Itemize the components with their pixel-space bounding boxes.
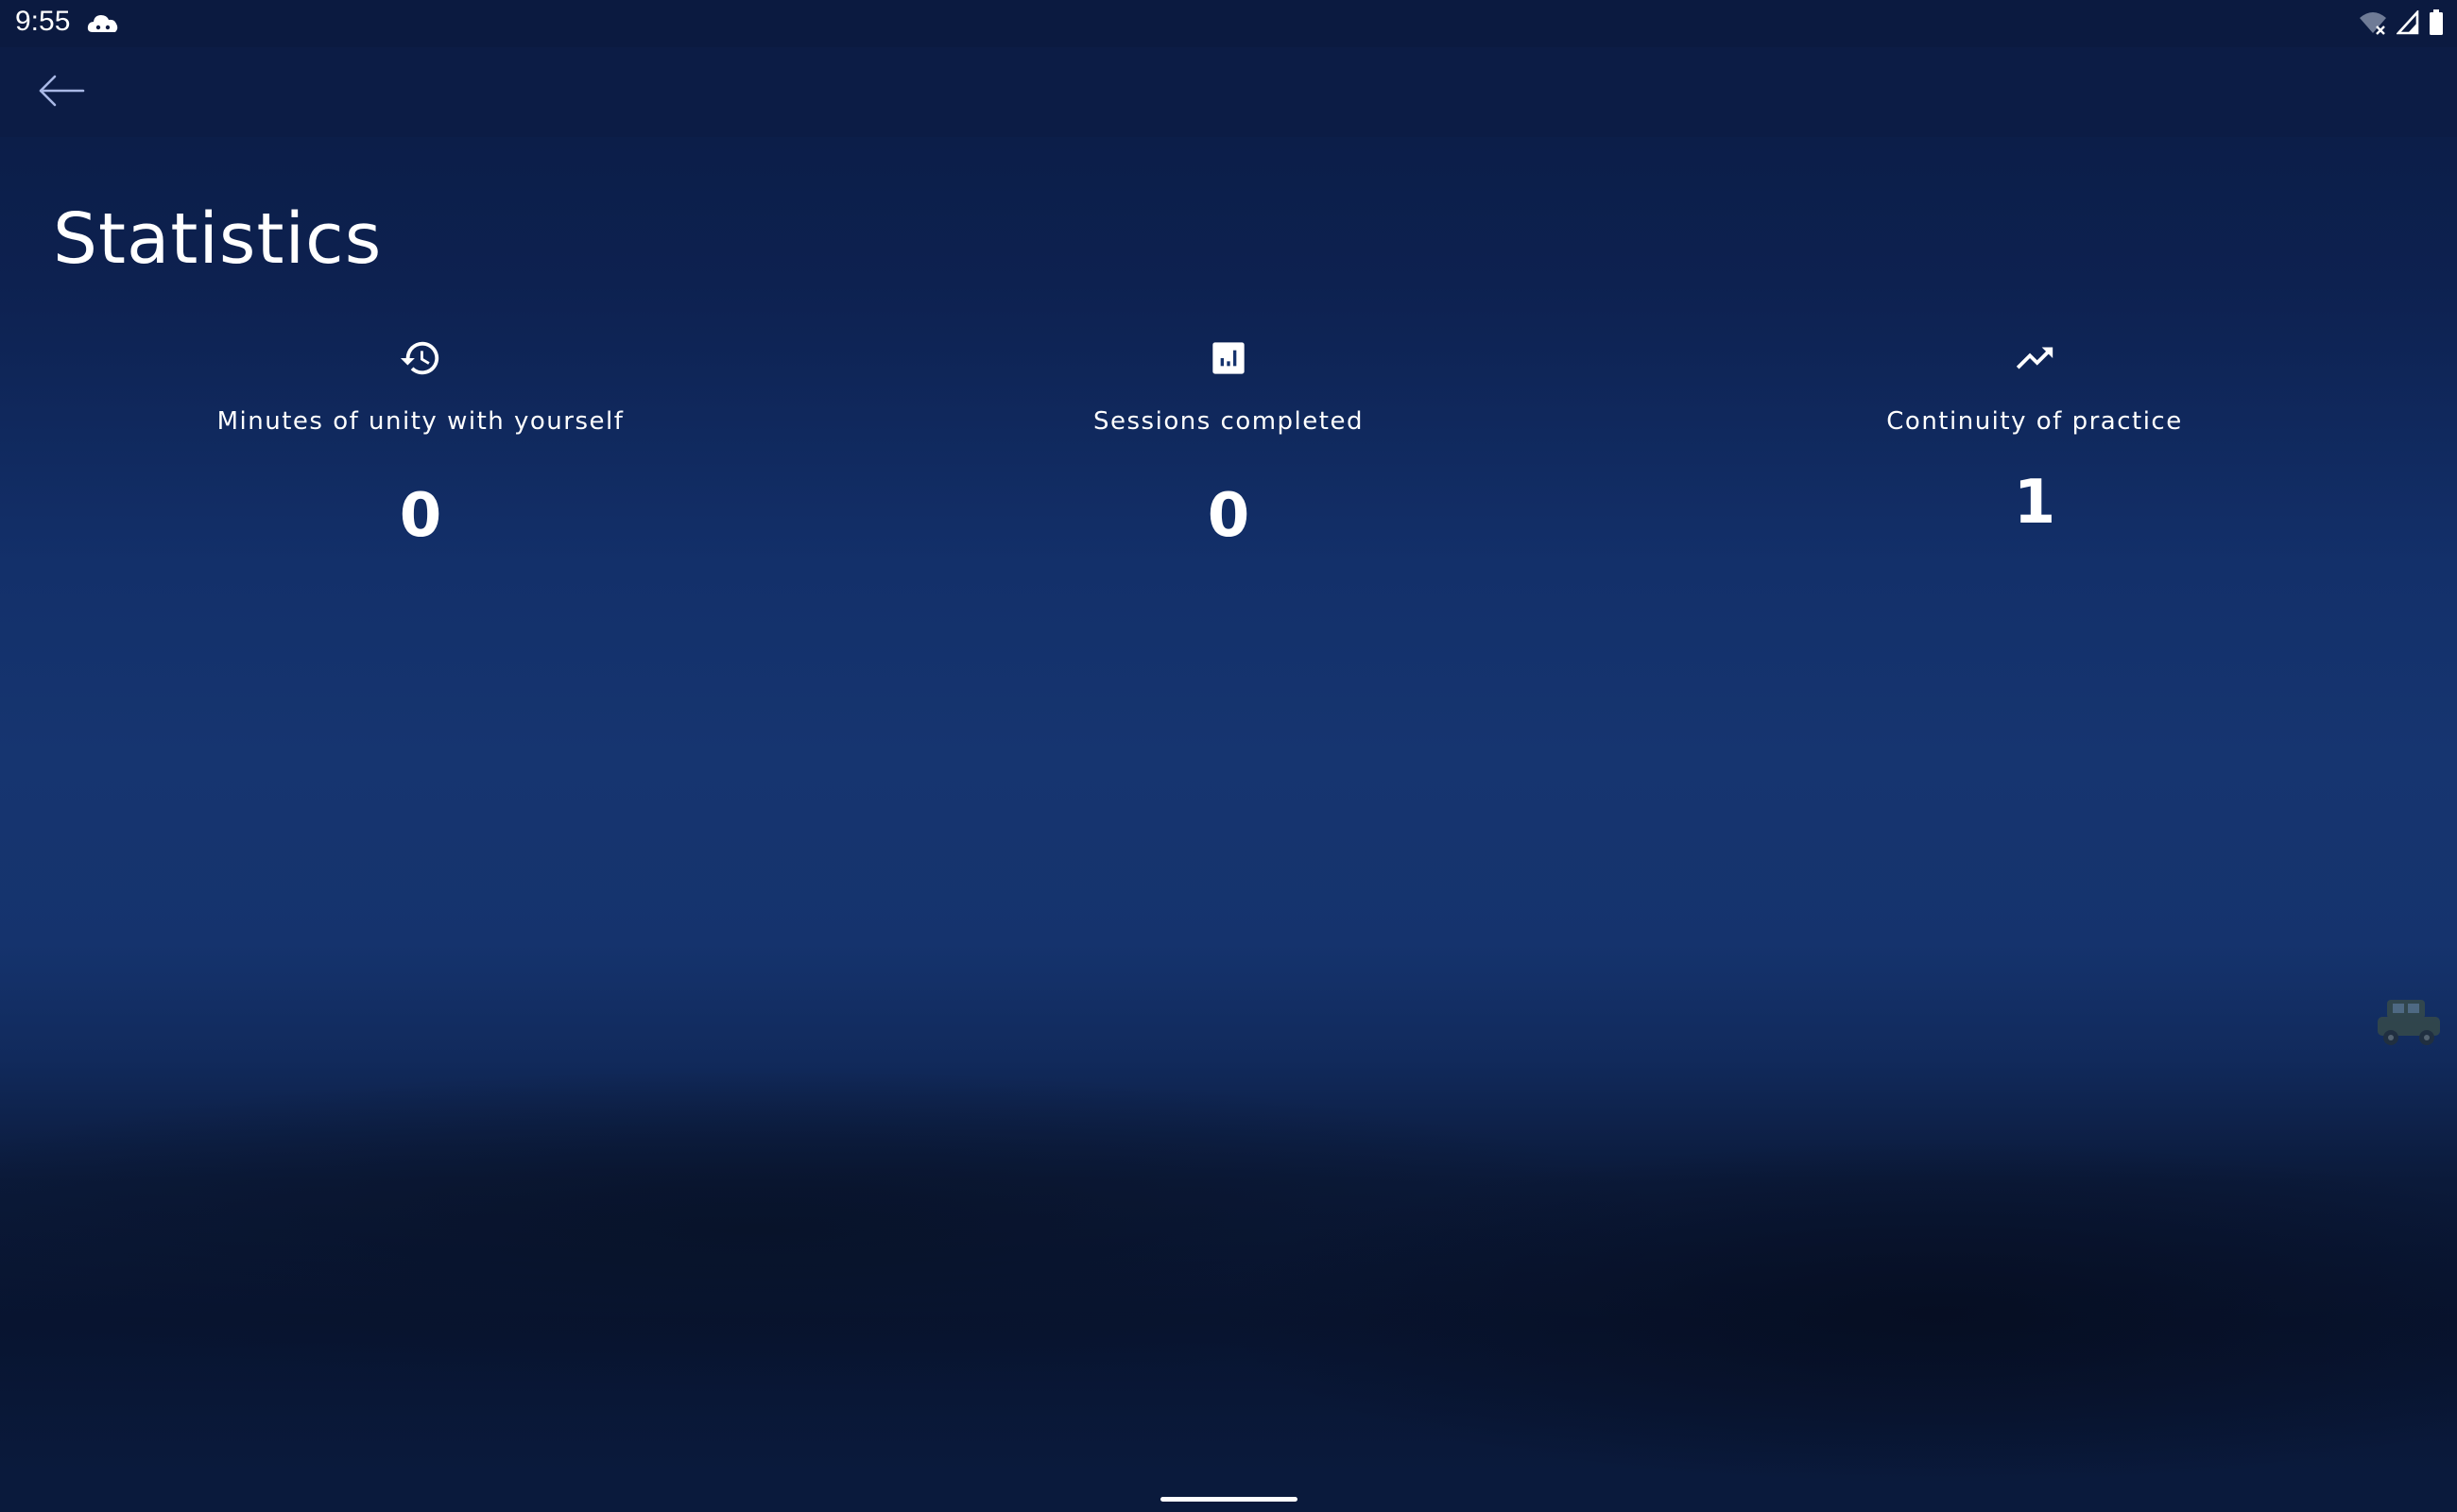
cloud-notification-icon	[87, 9, 119, 36]
stat-minutes: Minutes of unity with yourself 0	[33, 335, 808, 551]
wifi-off-icon	[2359, 10, 2387, 39]
page-title: Statistics	[53, 198, 383, 280]
stat-label: Sessions completed	[1093, 407, 1364, 436]
stat-continuity: Continuity of practice 1	[1647, 335, 2422, 538]
status-time: 9:55	[15, 6, 71, 37]
stat-value: 0	[399, 481, 442, 551]
app-bar	[0, 47, 2457, 137]
back-button[interactable]	[28, 66, 94, 119]
status-bar: 9:55	[0, 0, 2457, 47]
stat-sessions: Sessions completed 0	[841, 335, 1616, 551]
arrow-left-icon	[38, 75, 85, 111]
home-gesture-handle[interactable]	[1160, 1497, 1297, 1502]
floating-car-icon[interactable]	[2374, 994, 2446, 1051]
cell-signal-icon	[2396, 9, 2419, 39]
stat-value: 0	[1207, 481, 1250, 551]
history-clock-icon	[398, 335, 443, 381]
stat-label: Minutes of unity with yourself	[216, 407, 625, 436]
status-icons	[2359, 9, 2444, 40]
bar-chart-icon	[1206, 335, 1251, 381]
stat-value: 1	[2013, 468, 2056, 538]
battery-icon	[2429, 9, 2444, 40]
trending-up-icon	[2012, 335, 2057, 381]
stat-label: Continuity of practice	[1886, 407, 2183, 436]
